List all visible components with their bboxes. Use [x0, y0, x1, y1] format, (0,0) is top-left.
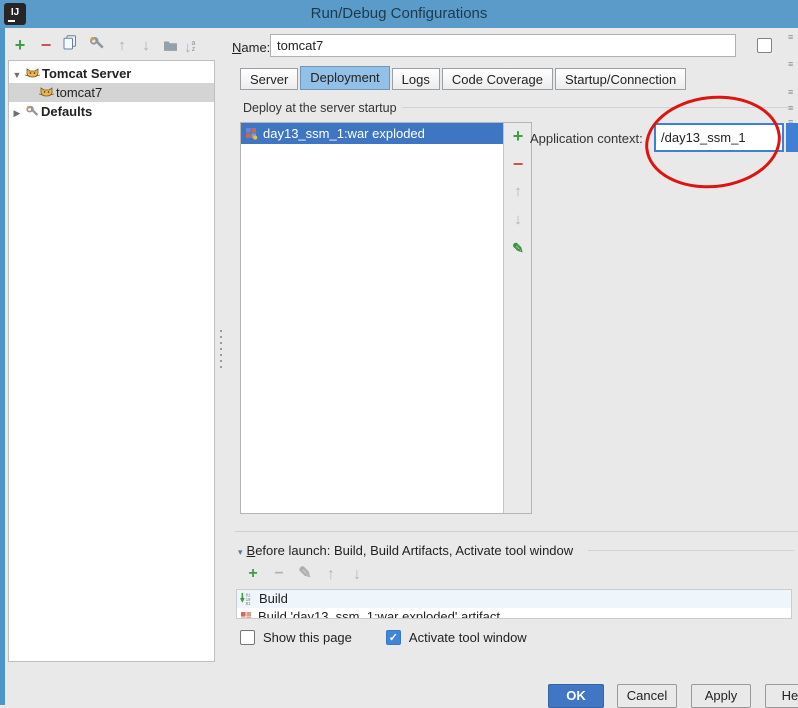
task-row-build-artifact[interactable]: Build 'day13_ssm_1:war exploded' artifac… [237, 608, 791, 618]
copy-configuration-icon[interactable] [60, 35, 80, 55]
before-launch-toolbar: + − ✎ ↑ ↓ [240, 564, 370, 585]
artifact-buttons-column: + − ↑ ↓ ✎ [503, 123, 531, 513]
footer-options: Show this page ✓ Activate tool window [240, 630, 527, 645]
collapsed-arrow-icon[interactable]: ▶ [9, 104, 25, 123]
share-checkbox[interactable] [757, 38, 772, 53]
svg-text:01: 01 [246, 603, 251, 606]
clipped-window-fragment: ≡ [788, 103, 794, 113]
apply-button[interactable]: Apply [691, 684, 751, 708]
tab-server[interactable]: Server [240, 68, 299, 90]
edit-artifact-pencil-icon[interactable]: ✎ [504, 235, 532, 263]
tab-startup-connection[interactable]: Startup/Connection [554, 68, 687, 90]
name-label: Name: [232, 40, 271, 55]
tree-item-tomcat-server[interactable]: ▼ Tomcat Server [9, 64, 214, 83]
move-artifact-up-button[interactable]: ↑ [504, 179, 532, 207]
add-artifact-button[interactable]: + [504, 123, 532, 151]
add-configuration-button[interactable]: + [10, 36, 30, 56]
window-title: Run/Debug Configurations [310, 5, 488, 22]
clipped-window-fragment: ≡ [788, 59, 794, 69]
tab-code-coverage[interactable]: Code Coverage [441, 68, 553, 90]
tomcat-icon [38, 87, 55, 97]
deploy-group-label: Deploy at the server startup [243, 101, 397, 115]
add-task-button[interactable]: + [240, 564, 266, 585]
tab-deployment[interactable]: Deployment [300, 66, 390, 90]
clipped-window-fragment: ≡ [788, 87, 794, 97]
show-this-page-checkbox[interactable] [240, 630, 255, 645]
before-launch-task-list: 01 10 01 Build Build 'day13_ssm_1:war expl… [236, 589, 792, 619]
task-row-build[interactable]: 01 10 01 Build [237, 590, 791, 608]
move-down-icon[interactable]: ↓ [136, 36, 156, 56]
edit-defaults-wrench-icon[interactable] [86, 36, 106, 56]
collapse-section-icon[interactable]: ▾ [238, 547, 243, 557]
before-launch-divider [588, 550, 794, 551]
help-button[interactable]: Help [765, 684, 798, 708]
window-left-edge [0, 28, 5, 705]
name-input[interactable] [270, 34, 736, 57]
move-task-up-button[interactable]: ↑ [318, 564, 344, 585]
compile-icon: 011001 [240, 592, 251, 606]
panel-splitter[interactable] [220, 330, 222, 368]
section-divider [235, 531, 798, 532]
remove-artifact-button[interactable]: − [504, 151, 532, 179]
configurations-tree: ▼ Tomcat Server tomcat7 ▶ Defaults [8, 60, 215, 662]
configuration-tabs: Server Deployment Logs Code Coverage Sta… [240, 66, 688, 90]
remove-task-button[interactable]: − [266, 564, 292, 585]
defaults-wrench-icon [26, 105, 39, 116]
red-circle-annotation [640, 89, 786, 195]
cancel-button[interactable]: Cancel [617, 684, 677, 708]
application-context-label: Application context: [530, 131, 643, 146]
activate-tool-window-label: Activate tool window [408, 630, 527, 645]
move-artifact-down-button[interactable]: ↓ [504, 207, 532, 235]
tab-logs[interactable]: Logs [391, 68, 440, 90]
clipped-window-fragment: ≡ [788, 32, 794, 42]
activate-tool-window-checkbox[interactable]: ✓ [385, 630, 401, 645]
tomcat-icon [24, 68, 41, 78]
sort-alphabetically-icon[interactable]: ↓ az [184, 37, 204, 57]
deploy-artifacts-list: day13_ssm_1:war exploded [241, 123, 504, 513]
tree-item-defaults[interactable]: ▶ Defaults [9, 102, 214, 121]
remove-configuration-button[interactable]: − [36, 36, 56, 56]
show-this-page-label: Show this page [263, 630, 352, 645]
edit-task-pencil-icon[interactable]: ✎ [292, 564, 318, 585]
ok-button[interactable]: OK [548, 684, 604, 708]
deploy-artifacts-box: day13_ssm_1:war exploded + − ↑ ↓ ✎ [240, 122, 532, 514]
intellij-logo-icon: IJ [4, 3, 26, 25]
artifact-icon [246, 128, 258, 140]
move-task-down-button[interactable]: ↓ [344, 564, 370, 585]
before-launch-header[interactable]: ▾ Before launch: Build, Build Artifacts, … [238, 543, 573, 558]
build-artifact-icon [241, 611, 251, 618]
folder-icon[interactable] [160, 38, 180, 58]
application-context-dropdown[interactable] [786, 123, 798, 152]
move-up-icon[interactable]: ↑ [112, 36, 132, 56]
tree-item-tomcat7[interactable]: tomcat7 [9, 83, 214, 102]
artifact-list-item[interactable]: day13_ssm_1:war exploded [241, 123, 504, 144]
